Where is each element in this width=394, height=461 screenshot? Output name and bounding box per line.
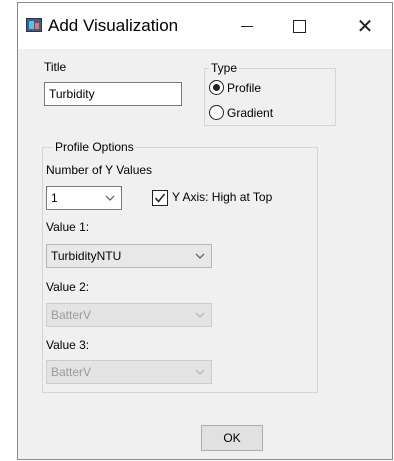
- radio-gradient[interactable]: Gradient: [209, 105, 273, 120]
- radio-profile-icon: [209, 80, 224, 95]
- chevron-down-icon: [195, 312, 205, 318]
- radio-profile[interactable]: Profile: [209, 80, 261, 95]
- title-bar: Add Visualization ✕: [18, 3, 392, 49]
- value2-select[interactable]: BatterV: [46, 303, 212, 327]
- maximize-icon: [292, 19, 306, 33]
- value1-value: TurbidityNTU: [51, 249, 122, 263]
- radio-gradient-label: Gradient: [227, 105, 274, 120]
- value1-select[interactable]: TurbidityNTU: [46, 244, 212, 268]
- close-button[interactable]: ✕: [344, 11, 386, 41]
- y-axis-high-top-label: Y Axis: High at Top: [172, 190, 273, 204]
- value2-label: Value 2:: [46, 280, 90, 294]
- value3-select[interactable]: BatterV: [46, 360, 212, 384]
- checkmark-icon: [154, 193, 166, 203]
- num-y-values-value: 1: [51, 191, 58, 205]
- app-icon: [26, 18, 42, 32]
- minimize-icon: [241, 25, 253, 27]
- title-input[interactable]: [44, 82, 182, 106]
- profile-options-groupbox: Profile Options: [42, 140, 318, 393]
- chevron-down-icon: [105, 195, 115, 201]
- window-title: Add Visualization: [48, 16, 179, 35]
- close-icon: ✕: [356, 15, 374, 38]
- maximize-button[interactable]: [278, 11, 320, 41]
- title-label: Title: [44, 60, 67, 74]
- value2-value: BatterV: [51, 308, 92, 322]
- y-axis-high-top-checkbox[interactable]: [152, 190, 168, 206]
- num-y-values-label: Number of Y Values: [46, 163, 153, 177]
- radio-profile-label: Profile: [227, 80, 262, 95]
- ok-button[interactable]: OK: [201, 425, 263, 451]
- type-legend: Type: [209, 61, 240, 75]
- minimize-button[interactable]: [226, 11, 268, 41]
- num-y-values-select[interactable]: 1: [46, 186, 122, 210]
- value3-value: BatterV: [51, 365, 92, 379]
- profile-options-legend: Profile Options: [53, 140, 136, 154]
- value1-label: Value 1:: [46, 220, 90, 234]
- add-visualization-dialog: Add Visualization ✕ Title Type Profile G…: [17, 2, 393, 460]
- radio-gradient-icon: [209, 105, 224, 120]
- value3-label: Value 3:: [46, 338, 90, 352]
- chevron-down-icon: [195, 369, 205, 375]
- chevron-down-icon: [195, 253, 205, 259]
